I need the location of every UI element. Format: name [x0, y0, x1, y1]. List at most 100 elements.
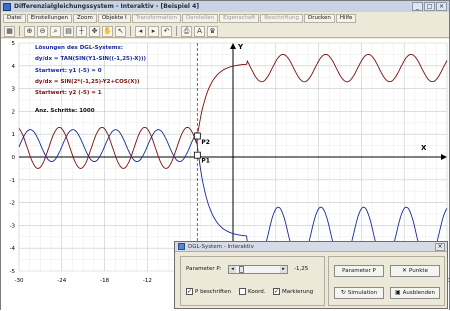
coords-checkbox-label: Koord. — [248, 288, 266, 295]
zoom-window-icon[interactable]: ⌕ — [50, 25, 61, 37]
point-marker-p2 — [193, 132, 201, 140]
menu-darstellen[interactable]: Darstellen — [181, 14, 219, 23]
simulation-button-label: Simulation — [347, 290, 378, 296]
solutions-heading: Lösungen des DGL-Systems: — [35, 45, 123, 51]
coords-check-box[interactable] — [239, 288, 246, 295]
parameter-button[interactable]: Parameter P — [334, 265, 384, 277]
x-tick-label: -24 — [57, 278, 66, 284]
point-marker-p1 — [193, 151, 201, 159]
axes-icon[interactable]: ┼ — [76, 25, 87, 37]
menu-zoom[interactable]: Zoom — [72, 14, 97, 23]
x-tick-label: -12 — [143, 278, 152, 284]
p-label-checkbox[interactable]: ✓ P beschriften — [186, 288, 231, 295]
slider-left-arrow-icon[interactable]: ◂ — [229, 266, 236, 273]
toolbar-separator — [176, 26, 177, 36]
trophy-icon[interactable]: ♛ — [207, 25, 218, 37]
hide-icon: ▣ — [394, 289, 401, 296]
parameter-label: Parameter P: — [186, 266, 222, 272]
parameter-value: -1,25 — [294, 266, 309, 272]
equation-2: dy/dx = SIN(2*(-1,25)-Y2+COS(X)) — [35, 78, 140, 85]
dialog-icon — [178, 243, 185, 250]
start-value-2: Startwert: y2 (-5) = 1 — [35, 90, 102, 97]
arrow-right-icon[interactable]: ▸ — [148, 25, 159, 37]
zoom-out-icon[interactable]: ⊖ — [37, 25, 48, 37]
y-tick-label: 0 — [12, 155, 16, 161]
menu-datei[interactable]: Datei — [3, 14, 26, 23]
menu-eigenschaft[interactable]: Eigenschaft — [219, 14, 260, 23]
interactive-dialog: DGL-System - Interaktiv × Parameter P: ◂… — [174, 241, 448, 309]
point-label-p1: P1 — [201, 157, 210, 164]
close-x-icon: ✕ — [402, 267, 408, 274]
y-tick-label: 3 — [12, 87, 16, 93]
menu-einstellungen[interactable]: Einstellungen — [26, 14, 72, 23]
arrow-left-icon[interactable]: ◂ — [135, 25, 146, 37]
coords-checkbox[interactable]: Koord. — [239, 288, 265, 295]
parameter-button-label: Parameter P — [342, 268, 376, 274]
dialog-title-bar: DGL-System - Interaktiv × — [175, 242, 447, 252]
menu-hilfe[interactable]: Hilfe — [335, 14, 357, 23]
menu-transformation[interactable]: Transformation — [131, 14, 181, 23]
hide-button[interactable]: ▣ Ausblenden — [390, 287, 440, 299]
y-axis-label: Y — [237, 43, 244, 51]
dialog-title: DGL-System - Interaktiv — [188, 243, 254, 250]
y-tick-label: 5 — [12, 41, 16, 47]
y-tick-label: -2 — [10, 201, 15, 207]
font-icon[interactable]: A — [194, 25, 205, 37]
menu-bar: Datei Einstellungen Zoom Objekte I Trans… — [1, 13, 449, 24]
window-title: Differenzialgleichungssystem - Interakti… — [14, 3, 199, 10]
y-tick-label: -1 — [10, 178, 15, 184]
toolbar-separator — [19, 26, 20, 36]
maximize-button[interactable]: □ — [424, 2, 435, 11]
y-tick-label: -5 — [10, 269, 16, 275]
hide-button-label: Ausblenden — [402, 290, 436, 296]
toolbar-separator — [130, 26, 131, 36]
move-icon[interactable]: ✥ — [89, 25, 100, 37]
p-label-checkbox-label: P beschriften — [195, 288, 231, 295]
refresh-icon: ↻ — [340, 289, 346, 296]
x-axis-arrow — [441, 154, 447, 160]
title-bar: Differenzialgleichungssystem - Interakti… — [1, 1, 449, 12]
y-tick-label: 4 — [12, 64, 16, 70]
marker-check-box[interactable]: ✓ — [273, 288, 280, 295]
y-tick-label: 2 — [12, 109, 16, 115]
dialog-close-button[interactable]: × — [435, 243, 445, 251]
actions-group: Parameter P ✕ Punkte ↻ Simulation ▣ Ausblen… — [328, 256, 445, 306]
slider-right-arrow-icon[interactable]: ▸ — [280, 266, 287, 273]
app-icon — [3, 2, 11, 11]
points-button[interactable]: ✕ Punkte — [390, 265, 440, 277]
start-value-1: Startwert: y1 (-5) = 0 — [35, 67, 102, 74]
marker-checkbox[interactable]: ✓ Markierung — [273, 288, 313, 295]
simulation-button[interactable]: ↻ Simulation — [334, 287, 384, 299]
slider-thumb[interactable] — [239, 266, 244, 273]
grid-icon[interactable]: ▤ — [63, 25, 74, 37]
parameter-slider[interactable]: ◂ ▸ — [228, 265, 288, 274]
step-count: Anz. Schritte: 1000 — [35, 108, 95, 115]
equation-1: dy/dx = TAN(SIN(Y1-SIN((-1,25)-X))) — [35, 56, 146, 63]
info-panel: Lösungen des DGL-Systems: dy/dx = TAN(SI… — [35, 45, 146, 120]
y-tick-label: -4 — [10, 246, 16, 252]
minimize-button[interactable]: _ — [412, 2, 423, 11]
y-tick-label: -3 — [10, 223, 16, 229]
points-button-label: Punkte — [409, 268, 428, 274]
menu-beschriftung[interactable]: Beschriftung — [260, 14, 304, 23]
menu-objekte[interactable]: Objekte I — [97, 14, 131, 23]
app-window: Differenzialgleichungssystem - Interakti… — [0, 0, 450, 311]
y-axis-arrow — [230, 43, 236, 49]
zoom-in-icon[interactable]: ⊕ — [24, 25, 35, 37]
pan-icon[interactable]: ✋ — [102, 25, 113, 37]
close-button[interactable]: × — [436, 2, 447, 11]
undo-icon[interactable]: ↶ — [161, 25, 172, 37]
toolbar: ▦ ⊕ ⊖ ⌕ ▤ ┼ ✥ ✋ ↖ ◂ ▸ ↶ ⎙ A ♛ — [1, 25, 449, 38]
x-axis-label: X — [421, 144, 427, 152]
y-tick-label: 1 — [12, 132, 16, 138]
menu-drucken[interactable]: Drucken — [304, 14, 335, 23]
print-icon[interactable]: ⎙ — [181, 25, 192, 37]
x-tick-label: -18 — [100, 278, 109, 284]
calculator-icon[interactable]: ▦ — [4, 25, 15, 37]
cursor-icon[interactable]: ↖ — [115, 25, 126, 37]
point-label-p2: P2 — [201, 139, 210, 146]
x-tick-label: -30 — [15, 278, 24, 284]
marker-checkbox-label: Markierung — [282, 288, 314, 295]
parameter-group: Parameter P: ◂ ▸ -1,25 ✓ P beschriften K… — [180, 256, 325, 306]
p-label-check-box[interactable]: ✓ — [186, 288, 193, 295]
